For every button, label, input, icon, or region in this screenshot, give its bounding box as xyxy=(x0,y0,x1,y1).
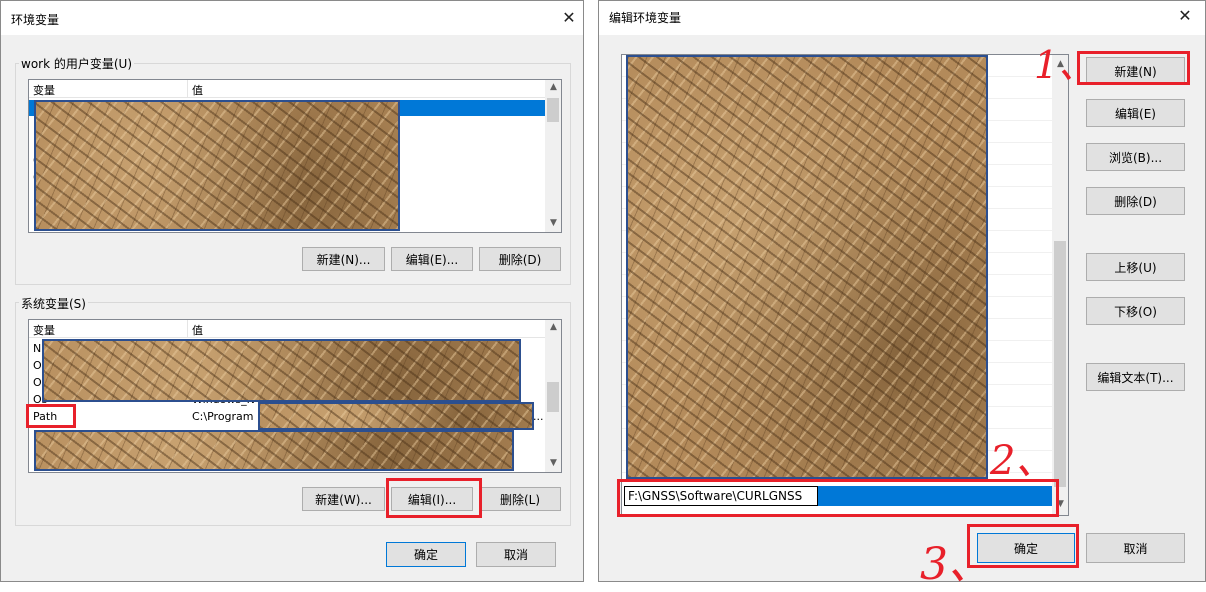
scroll-thumb[interactable] xyxy=(547,98,559,122)
col-value[interactable]: 值 xyxy=(192,322,203,338)
chevron-up-icon[interactable]: ▲ xyxy=(545,82,561,92)
user-new-button[interactable]: 新建(N)... xyxy=(302,247,385,271)
delete-button[interactable]: 删除(D) xyxy=(1086,187,1185,215)
redaction-overlay xyxy=(626,55,988,479)
redaction-overlay xyxy=(42,339,521,402)
var-name: N xyxy=(33,342,42,355)
list-header: 变量 值 xyxy=(29,80,545,98)
redaction-overlay xyxy=(258,402,534,430)
title-bar xyxy=(1,1,583,35)
scroll-thumb[interactable] xyxy=(547,382,559,412)
var-name: O xyxy=(33,359,42,372)
redaction-overlay xyxy=(34,430,514,471)
env-vars-dialog: 环境变量 ✕ work 的用户变量(U) 变量 值 EECCDF ▲ ▼ 新建(… xyxy=(0,0,584,582)
scrollbar[interactable]: ▲ ▼ xyxy=(545,80,561,232)
scrollbar[interactable]: ▲ ▼ xyxy=(545,320,561,472)
edit-text-button[interactable]: 编辑文本(T)... xyxy=(1086,363,1185,391)
annotation-path-box xyxy=(26,404,76,428)
ok-button[interactable]: 确定 xyxy=(386,542,466,567)
col-variable[interactable]: 变量 xyxy=(33,82,55,98)
browse-button[interactable]: 浏览(B)... xyxy=(1086,143,1185,171)
user-edit-button[interactable]: 编辑(E)... xyxy=(391,247,473,271)
move-down-button[interactable]: 下移(O) xyxy=(1086,297,1185,325)
value-ellipsis: ... xyxy=(533,410,544,423)
cancel-button[interactable]: 取消 xyxy=(1086,533,1185,563)
user-delete-button[interactable]: 删除(D) xyxy=(479,247,561,271)
title-bar xyxy=(599,1,1205,35)
annotation-step-1: 1、 xyxy=(1034,43,1097,87)
chevron-down-icon[interactable]: ▼ xyxy=(545,458,561,468)
annotation-edit-box xyxy=(386,478,482,518)
redaction-overlay xyxy=(34,100,400,231)
system-delete-button[interactable]: 删除(L) xyxy=(479,487,561,511)
close-icon[interactable]: ✕ xyxy=(1175,7,1195,27)
chevron-up-icon[interactable]: ▲ xyxy=(545,322,561,332)
col-variable[interactable]: 变量 xyxy=(33,322,55,338)
col-value[interactable]: 值 xyxy=(192,82,203,98)
var-name: O xyxy=(33,376,42,389)
system-new-button[interactable]: 新建(W)... xyxy=(302,487,385,511)
annotation-step-3: 3、 xyxy=(920,539,992,590)
annotation-step-2: 2、 xyxy=(990,438,1056,484)
dialog-title: 编辑环境变量 xyxy=(609,11,682,25)
dialog-title: 环境变量 xyxy=(11,13,60,27)
scroll-thumb[interactable] xyxy=(1054,241,1066,487)
edit-button[interactable]: 编辑(E) xyxy=(1086,99,1185,127)
user-vars-label: work 的用户变量(U) xyxy=(19,55,135,72)
cancel-button[interactable]: 取消 xyxy=(476,542,556,567)
system-vars-label: 系统变量(S) xyxy=(19,295,88,312)
list-header: 变量 值 xyxy=(29,320,545,338)
close-icon[interactable]: ✕ xyxy=(559,9,579,29)
move-up-button[interactable]: 上移(U) xyxy=(1086,253,1185,281)
chevron-down-icon[interactable]: ▼ xyxy=(545,218,561,228)
var-value: C:\Program F xyxy=(192,410,264,423)
